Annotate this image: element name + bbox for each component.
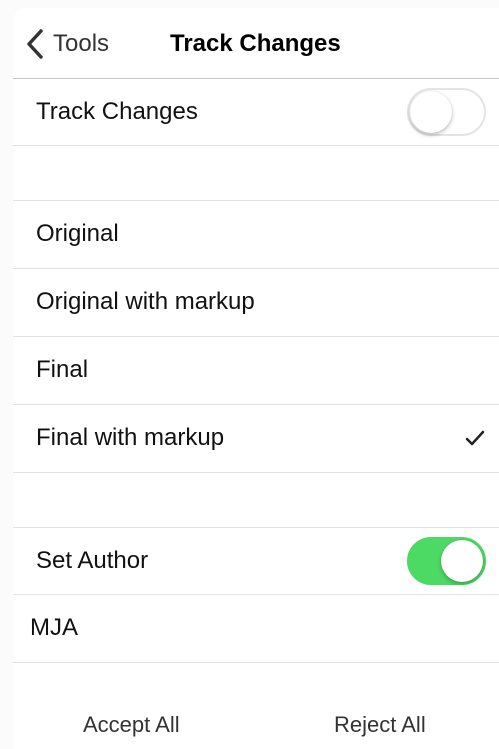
track-changes-row: Track Changes — [13, 79, 499, 145]
reject-all-button[interactable]: Reject All — [334, 712, 426, 738]
option-final[interactable]: Final — [13, 337, 499, 403]
option-original[interactable]: Original — [13, 201, 499, 267]
set-author-toggle[interactable] — [407, 537, 486, 585]
navigation-bar: Tools Track Changes — [13, 8, 499, 79]
track-changes-label: Track Changes — [36, 98, 198, 125]
accept-all-button[interactable]: Accept All — [83, 712, 180, 738]
checkmark-icon — [465, 430, 485, 446]
author-name: MJA — [30, 614, 78, 641]
divider — [13, 662, 499, 663]
option-label: Original — [36, 220, 119, 247]
track-changes-toggle[interactable] — [407, 88, 486, 136]
option-label: Original with markup — [36, 288, 255, 315]
track-changes-popover: Tools Track Changes Track Changes Origin… — [0, 0, 499, 749]
back-button-label: Tools — [53, 30, 110, 57]
back-button[interactable]: Tools — [13, 24, 109, 64]
track-changes-panel: Tools Track Changes Track Changes Origin… — [13, 8, 499, 749]
toggle-knob — [410, 91, 452, 133]
option-label: Final — [36, 356, 89, 383]
option-final-with-markup[interactable]: Final with markup — [13, 405, 499, 471]
set-author-label: Set Author — [36, 547, 149, 574]
option-label: Final with markup — [36, 424, 225, 451]
author-name-field[interactable]: MJA — [13, 595, 499, 661]
option-original-with-markup[interactable]: Original with markup — [13, 269, 499, 335]
toggle-knob — [441, 540, 483, 582]
set-author-row: Set Author — [13, 528, 499, 594]
page-title: Track Changes — [170, 30, 341, 57]
chevron-left-icon — [27, 29, 43, 59]
divider — [13, 145, 499, 146]
divider — [13, 472, 499, 473]
